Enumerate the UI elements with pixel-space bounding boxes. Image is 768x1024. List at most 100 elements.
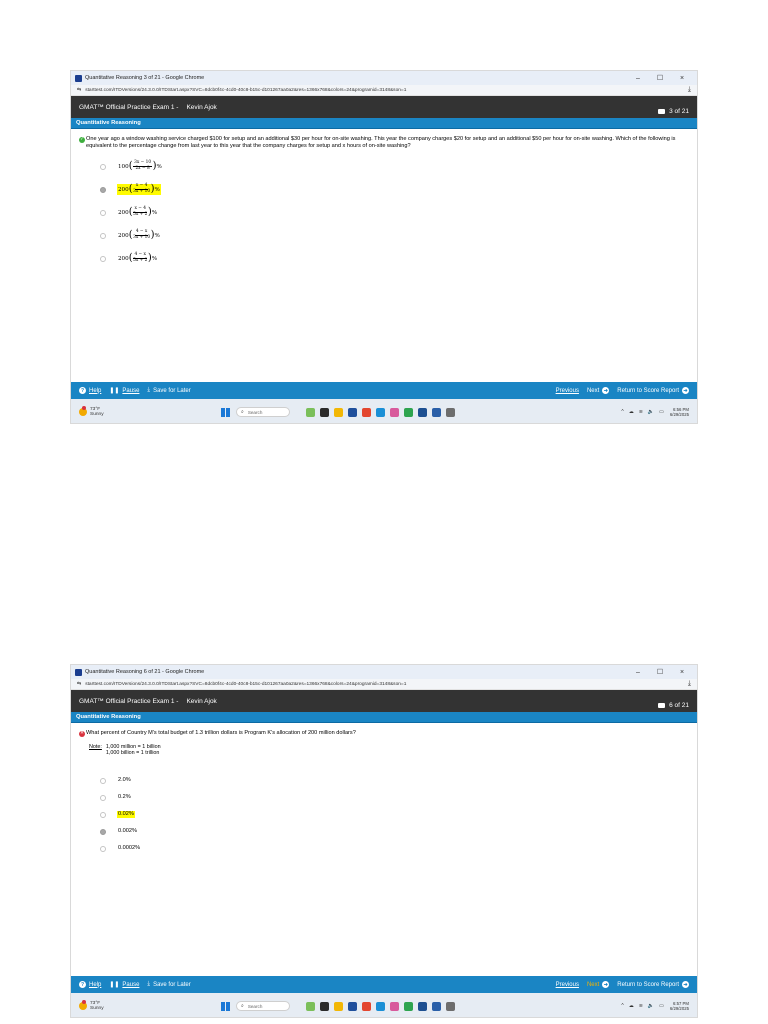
- radio-button[interactable]: [100, 163, 106, 170]
- store-app-icon[interactable]: [348, 1001, 357, 1011]
- next-button[interactable]: Next ➜: [587, 387, 610, 394]
- radio-button-selected[interactable]: [100, 186, 106, 193]
- teams-app-icon[interactable]: [432, 407, 441, 417]
- widgets-app-icon[interactable]: [306, 407, 315, 417]
- chevron-up-icon[interactable]: ^: [621, 409, 623, 415]
- windows-start-icon[interactable]: [221, 1001, 230, 1011]
- exam-header: GMAT™ Official Practice Exam 1 - Kevin A…: [71, 96, 697, 118]
- return-to-score-report-button[interactable]: Return to Score Report ➜: [617, 387, 689, 394]
- cloud-icon[interactable]: ☁: [629, 1003, 634, 1009]
- fraction-denominator: 3x + 10: [133, 235, 151, 241]
- file-explorer-icon[interactable]: [334, 1001, 343, 1011]
- maximize-icon[interactable]: ☐: [649, 668, 671, 676]
- taskbar-search[interactable]: ⌕ Search: [236, 1001, 290, 1011]
- taskbar-search[interactable]: ⌕ Search: [236, 407, 290, 417]
- settings-app-icon[interactable]: [446, 407, 455, 417]
- question-note: Note: 1,000 million = 1 billion 1,000 bil…: [89, 744, 689, 756]
- choice-text: 0.002%: [118, 828, 137, 835]
- file-explorer-icon[interactable]: [334, 407, 343, 417]
- address-bar[interactable]: ⇆ starttest.com/ITDVersions/24.3.0.0/ITD…: [71, 679, 697, 690]
- url-text: starttest.com/ITDVersions/24.3.0.0/ITDSt…: [85, 87, 407, 93]
- maximize-icon[interactable]: ☐: [649, 74, 671, 82]
- close-icon[interactable]: ×: [671, 669, 693, 676]
- wifi-icon[interactable]: ≋: [639, 409, 643, 415]
- radio-button[interactable]: [100, 777, 106, 784]
- answer-choice-a[interactable]: 100(3x − 10 2x − 8)%: [100, 161, 689, 172]
- url-text: starttest.com/ITDVersions/24.3.0.0/ITDSt…: [85, 681, 407, 687]
- outlook-app-icon[interactable]: [418, 1001, 427, 1011]
- weather-widget[interactable]: 73°F Sunny: [79, 1000, 104, 1011]
- cloud-icon[interactable]: ☁: [629, 409, 634, 415]
- answer-choice-c[interactable]: 0.02%: [100, 810, 689, 819]
- radio-button[interactable]: [100, 811, 106, 818]
- percent-sign: %: [154, 233, 160, 240]
- wifi-icon[interactable]: ≋: [639, 1003, 643, 1009]
- answer-choice-b[interactable]: 200(x − 4 3x + 10)%: [100, 184, 689, 195]
- minimize-icon[interactable]: –: [627, 75, 649, 82]
- previous-button[interactable]: Previous: [556, 982, 579, 988]
- address-bar[interactable]: ⇆ starttest.com/ITDVersions/24.3.0.0/ITD…: [71, 85, 697, 96]
- download-icon[interactable]: ⤓: [688, 86, 691, 94]
- return-to-score-report-button[interactable]: Return to Score Report ➜: [617, 981, 689, 988]
- window-title: Quantitative Reasoning 3 of 21 - Google …: [85, 75, 205, 81]
- question-text: One year ago a window washing service ch…: [86, 136, 676, 149]
- edge-app-icon[interactable]: [376, 1001, 385, 1011]
- radio-button[interactable]: [100, 255, 106, 262]
- save-for-later-button[interactable]: ⤓ Save for Later: [147, 981, 190, 988]
- question-area: ✕ What percent of Country M's total budg…: [71, 722, 697, 976]
- chevron-up-icon[interactable]: ^: [621, 1003, 623, 1009]
- volume-icon[interactable]: 🔈: [648, 409, 654, 415]
- copilot-app-icon[interactable]: [390, 407, 399, 417]
- save-for-later-button[interactable]: ⤓ Save for Later: [147, 387, 190, 394]
- site-info-icon[interactable]: ⇆: [77, 87, 81, 93]
- close-icon[interactable]: ×: [671, 75, 693, 82]
- volume-icon[interactable]: 🔈: [648, 1003, 654, 1009]
- arrow-right-icon: ➜: [602, 981, 610, 988]
- radio-button-selected[interactable]: [100, 828, 106, 835]
- battery-icon[interactable]: ▭: [659, 409, 664, 415]
- clock[interactable]: 6:57 PM 6/29/2025: [670, 1001, 689, 1011]
- help-button[interactable]: ? Help: [79, 387, 101, 394]
- settings-app-icon[interactable]: [446, 1001, 455, 1011]
- minimize-icon[interactable]: –: [627, 669, 649, 676]
- battery-icon[interactable]: ▭: [659, 1003, 664, 1009]
- teams-app-icon[interactable]: [432, 1001, 441, 1011]
- question-text: What percent of Country M's total budget…: [86, 730, 356, 736]
- radio-button[interactable]: [100, 845, 106, 852]
- task-view-icon[interactable]: [320, 1001, 329, 1011]
- answer-choice-d[interactable]: 200(4 − x 3x + 10)%: [100, 230, 689, 241]
- fraction-denominator: 2x − 8: [135, 166, 150, 172]
- download-icon[interactable]: ⤓: [688, 680, 691, 688]
- windows-start-icon[interactable]: [221, 407, 230, 417]
- pause-button[interactable]: ❚❚ Pause: [109, 387, 139, 395]
- chrome-profile-icon[interactable]: [404, 407, 413, 417]
- copilot-app-icon[interactable]: [390, 1001, 399, 1011]
- choice-text: 200(4 − x 3x + 10)%: [118, 229, 160, 241]
- next-button[interactable]: Next ➜: [587, 981, 610, 988]
- help-button[interactable]: ? Help: [79, 981, 101, 988]
- previous-button[interactable]: Previous: [556, 388, 579, 394]
- radio-button[interactable]: [100, 794, 106, 801]
- answer-choice-a[interactable]: 2.0%: [100, 776, 689, 785]
- clock[interactable]: 6:56 PM 6/29/2025: [670, 407, 689, 417]
- answer-choice-e[interactable]: 0.0002%: [100, 844, 689, 853]
- choice-text: 2.0%: [118, 777, 131, 784]
- pause-button[interactable]: ❚❚ Pause: [109, 981, 139, 989]
- site-info-icon[interactable]: ⇆: [77, 681, 81, 687]
- answer-choice-e[interactable]: 200(4 − x 5x + 2)%: [100, 253, 689, 264]
- edge-app-icon[interactable]: [376, 407, 385, 417]
- radio-button[interactable]: [100, 232, 106, 239]
- answer-choice-b[interactable]: 0.2%: [100, 793, 689, 802]
- outlook-app-icon[interactable]: [418, 407, 427, 417]
- weather-widget[interactable]: 73°F Sunny: [79, 406, 104, 417]
- chrome-app-icon[interactable]: [362, 1001, 371, 1011]
- arrow-right-icon: ➜: [682, 387, 689, 394]
- radio-button[interactable]: [100, 209, 106, 216]
- answer-choice-d[interactable]: 0.002%: [100, 827, 689, 836]
- task-view-icon[interactable]: [320, 407, 329, 417]
- store-app-icon[interactable]: [348, 407, 357, 417]
- answer-choice-c[interactable]: 200(x − 4 5x + 2)%: [100, 207, 689, 218]
- chrome-app-icon[interactable]: [362, 407, 371, 417]
- chrome-profile-icon[interactable]: [404, 1001, 413, 1011]
- widgets-app-icon[interactable]: [306, 1001, 315, 1011]
